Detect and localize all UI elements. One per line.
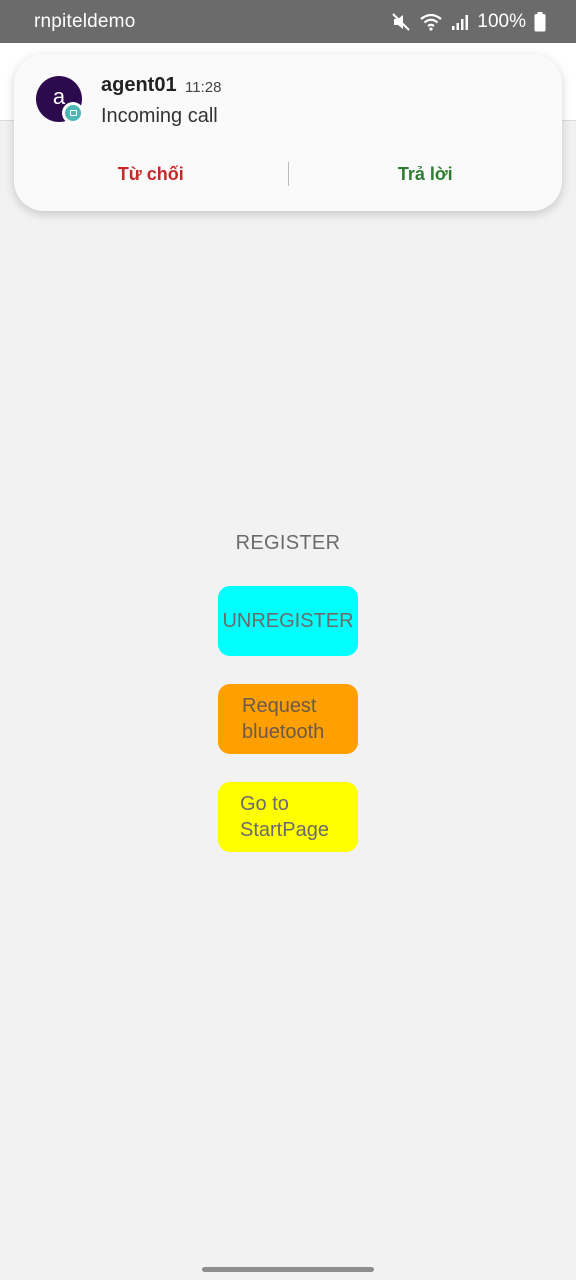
request-bluetooth-button[interactable]: Request bluetooth [218, 684, 358, 754]
request-bluetooth-label: Request bluetooth [242, 695, 325, 743]
status-icons: 100% [391, 11, 546, 33]
app-screen: rnpiteldemo 100% a agent01 11:28 Incomin… [0, 0, 576, 1280]
notification-body: Incoming call [101, 105, 218, 127]
decline-button[interactable]: Từ chối [14, 164, 288, 185]
app-badge-icon [62, 102, 84, 124]
mute-icon [391, 12, 411, 32]
accept-button[interactable]: Trả lời [289, 164, 563, 185]
notification-time: 11:28 [185, 79, 222, 96]
status-app-name: rnpiteldemo [34, 10, 136, 32]
go-to-startpage-label: Go to StartPage [240, 793, 329, 841]
status-bar: rnpiteldemo 100% [0, 0, 576, 43]
incoming-call-notification[interactable]: a agent01 11:28 Incoming call Từ chối Tr… [14, 54, 562, 211]
wifi-icon [419, 12, 443, 32]
home-gesture-handle[interactable] [202, 1267, 374, 1272]
navigation-bar [0, 1258, 576, 1280]
notification-title: agent01 [101, 74, 177, 96]
go-to-startpage-button[interactable]: Go to StartPage [218, 782, 358, 852]
register-button[interactable]: REGISTER [0, 532, 576, 555]
signal-icon [451, 13, 469, 31]
unregister-button[interactable]: UNREGISTER [218, 586, 358, 656]
notification-actions: Từ chối Trả lời [14, 159, 562, 189]
battery-icon [534, 11, 546, 32]
unregister-label: UNREGISTER [222, 610, 354, 632]
battery-percent: 100% [477, 10, 526, 32]
